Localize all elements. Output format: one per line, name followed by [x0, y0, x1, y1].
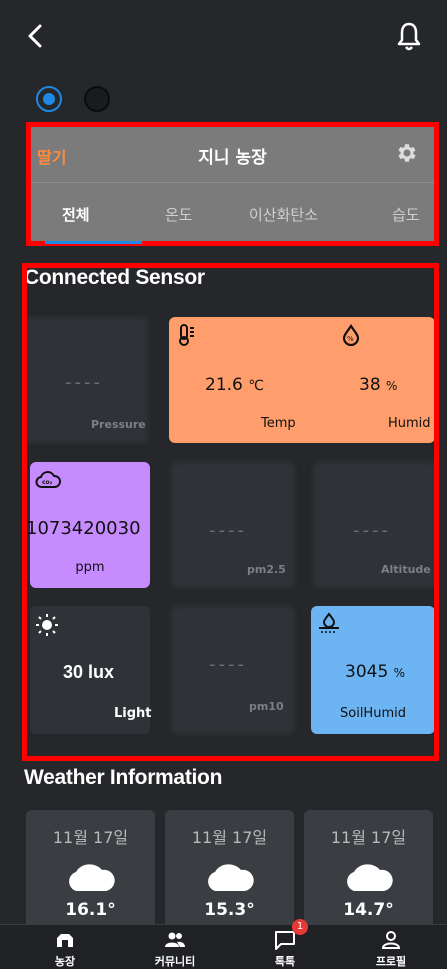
- chevron-left-icon: [28, 24, 42, 48]
- sun-icon: [36, 614, 58, 636]
- sensor-grid: ---- Pressure % 21.6 ℃ 38 % Temp Humid c…: [22, 263, 439, 761]
- soil-humid-value: 3045: [345, 662, 389, 682]
- pm10-label: pm10: [249, 700, 284, 713]
- temp-humid-tile[interactable]: % 21.6 ℃ 38 % Temp Humid: [169, 317, 434, 443]
- soil-moisture-icon: [319, 612, 339, 633]
- tab-all[interactable]: 전체: [62, 204, 90, 225]
- soil-humid-label: SoilHumid: [340, 706, 406, 721]
- farm-icon: [57, 934, 73, 947]
- pressure-value: ----: [65, 372, 103, 393]
- farm-card: 딸기 지니 농장 전체 온도 이산화탄소 습도: [26, 122, 439, 246]
- weather-date: 11월 17일: [52, 828, 129, 847]
- svg-text:%: %: [347, 335, 354, 343]
- community-icon: [165, 932, 185, 947]
- temp-unit: ℃: [248, 378, 264, 394]
- gear-icon: [398, 144, 416, 162]
- pm10-value: ----: [209, 654, 247, 675]
- nav-profile[interactable]: 프로필: [346, 927, 436, 969]
- light-value: 30 lux: [63, 662, 115, 682]
- weather-temp: 14.7°: [343, 900, 394, 920]
- co2-value: 1073420030: [26, 518, 141, 539]
- weather-temp: 16.1°: [65, 900, 116, 920]
- nav-profile-label: 프로필: [375, 955, 407, 968]
- co2-tile[interactable]: co₂ 1073420030 ppm: [27, 462, 150, 588]
- weather-date: 11월 17일: [191, 828, 268, 847]
- pressure-label: Pressure: [91, 418, 146, 431]
- weather-card[interactable]: 11월 17일 14.7°: [304, 810, 433, 930]
- altitude-value: ----: [353, 520, 391, 541]
- chat-badge: 1: [292, 919, 308, 935]
- bell-icon: [397, 22, 421, 51]
- temp-label: Temp: [261, 416, 296, 431]
- nav-community[interactable]: 커뮤니티: [130, 927, 220, 969]
- humid-label: Humid: [388, 416, 431, 431]
- top-bar: [0, 0, 447, 70]
- nav-farm-label: 농장: [54, 955, 76, 968]
- soil-humid-unit: %: [393, 666, 406, 680]
- pm25-value: ----: [209, 520, 247, 541]
- temp-value: 21.6: [205, 375, 243, 395]
- weather-card[interactable]: 11월 17일 16.1°: [26, 810, 155, 930]
- soil-humid-tile[interactable]: 3045 % SoilHumid: [311, 606, 434, 734]
- nav-community-label: 커뮤니티: [154, 955, 196, 968]
- weather-temp: 15.3°: [204, 900, 255, 920]
- profile-icon: [381, 931, 401, 949]
- weather-card[interactable]: 11월 17일 15.3°: [165, 810, 294, 930]
- altitude-label: Altitude: [381, 563, 431, 576]
- nav-chat[interactable]: 1 톡톡: [240, 919, 330, 969]
- cloud-icon: [208, 864, 254, 891]
- bottom-nav: 농장 커뮤니티 1 톡톡 프로필: [0, 919, 447, 969]
- farm-page-indicator: [36, 86, 110, 112]
- farm-header: 딸기 지니 농장: [31, 127, 434, 183]
- co2-cloud-icon: co₂: [35, 471, 61, 488]
- weather-title: Weather Information: [24, 766, 223, 789]
- tab-temperature[interactable]: 온도: [165, 204, 193, 225]
- thermometer-icon: [179, 324, 194, 346]
- tab-co2[interactable]: 이산화탄소: [249, 204, 318, 225]
- pm25-label: pm2.5: [247, 563, 286, 576]
- page-radio-1[interactable]: [36, 86, 62, 112]
- svg-text:co₂: co₂: [42, 479, 53, 486]
- co2-unit: ppm: [75, 560, 105, 575]
- weather-date: 11월 17일: [330, 828, 407, 847]
- humidity-drop-icon: %: [342, 324, 360, 346]
- cloud-icon: [69, 864, 115, 891]
- farm-name: 지니 농장: [198, 148, 267, 168]
- light-tile[interactable]: 30 lux Light: [30, 606, 152, 734]
- active-tab-indicator: [45, 241, 142, 244]
- nav-farm[interactable]: 농장: [20, 927, 110, 969]
- nav-chat-label: 톡톡: [274, 955, 296, 968]
- tab-humidity[interactable]: 습도: [392, 204, 420, 225]
- notification-button[interactable]: [394, 18, 424, 54]
- back-button[interactable]: [22, 18, 52, 54]
- page-radio-2[interactable]: [84, 86, 110, 112]
- light-label: Light: [114, 706, 152, 721]
- cloud-icon: [347, 864, 393, 891]
- sensor-tabs: 전체 온도 이산화탄소 습도: [31, 184, 434, 244]
- farm-settings-button[interactable]: [394, 141, 418, 165]
- humid-unit: %: [386, 379, 398, 393]
- humid-value: 38: [359, 375, 381, 395]
- chat-icon: [275, 931, 295, 950]
